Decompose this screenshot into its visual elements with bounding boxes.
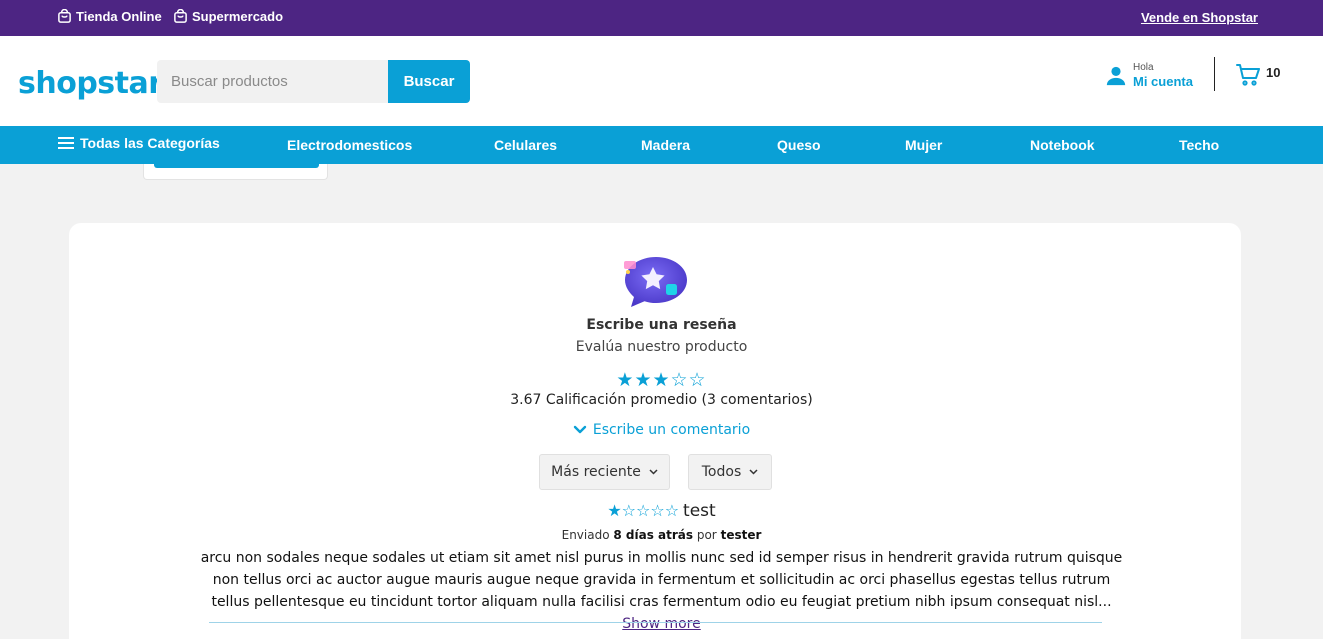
nav-item-madera[interactable]: Madera bbox=[641, 137, 690, 153]
review-header: ★☆☆☆☆ test bbox=[0, 501, 1323, 521]
review-title: test bbox=[683, 501, 716, 521]
partial-card bbox=[143, 164, 328, 180]
site-header: shopstar. Buscar Hola Mi cuenta 10 bbox=[0, 36, 1323, 126]
chevron-down-icon bbox=[649, 469, 658, 475]
show-more-link[interactable]: Show more bbox=[622, 616, 701, 632]
filter-dropdown[interactable]: Todos bbox=[688, 454, 772, 490]
average-rating-stars: ★★★☆☆ bbox=[616, 370, 707, 391]
search-input[interactable] bbox=[157, 60, 388, 103]
category-nav: Todas las Categorías Electrodomesticos C… bbox=[0, 126, 1323, 164]
cart-count: 10 bbox=[1266, 64, 1281, 80]
search-box: Buscar bbox=[157, 60, 470, 103]
nav-item-celulares[interactable]: Celulares bbox=[494, 137, 557, 153]
logo-text: shopstar bbox=[18, 66, 159, 101]
shopstar-logo[interactable]: shopstar. bbox=[18, 66, 170, 101]
cart-icon bbox=[1236, 64, 1260, 86]
review-stars: ★☆☆☆☆ bbox=[607, 501, 680, 520]
header-divider bbox=[1214, 57, 1215, 91]
sort-selected-value: Más reciente bbox=[551, 464, 641, 480]
average-rating-text: 3.67 Calificación promedio (3 comentario… bbox=[510, 392, 813, 408]
nav-item-electrodomesticos[interactable]: Electrodomesticos bbox=[287, 137, 412, 153]
review-meta: Enviado 8 días atrás por tester bbox=[0, 528, 1323, 542]
account-label: Mi cuenta bbox=[1133, 74, 1193, 89]
review-author: tester bbox=[720, 528, 762, 542]
review-divider bbox=[209, 622, 1102, 623]
cart-button[interactable]: 10 bbox=[1236, 63, 1280, 87]
all-categories-menu[interactable]: Todas las Categorías bbox=[58, 135, 220, 151]
top-bar: Tienda Online Supermercado Vende en Shop… bbox=[0, 0, 1323, 36]
all-categories-label: Todas las Categorías bbox=[80, 135, 220, 151]
hamburger-icon bbox=[58, 137, 74, 149]
review-sent-prefix: Enviado bbox=[561, 528, 610, 542]
sell-on-shopstar-link[interactable]: Vende en Shopstar bbox=[1141, 10, 1258, 25]
shopping-bag-icon bbox=[174, 9, 187, 23]
write-comment-label: Escribe un comentario bbox=[592, 422, 751, 438]
chevron-down-icon bbox=[573, 425, 587, 434]
review-by: por bbox=[696, 528, 717, 542]
tienda-online-label: Tienda Online bbox=[76, 9, 162, 24]
user-icon bbox=[1106, 66, 1126, 86]
account-greeting: Hola bbox=[1133, 62, 1154, 73]
search-button[interactable]: Buscar bbox=[388, 60, 470, 103]
tienda-online-link[interactable]: Tienda Online bbox=[57, 9, 162, 24]
filter-selected-value: Todos bbox=[701, 464, 742, 480]
shopping-bag-icon bbox=[58, 9, 71, 23]
account-link[interactable]: Hola Mi cuenta bbox=[1105, 62, 1193, 90]
nav-item-queso[interactable]: Queso bbox=[777, 137, 821, 153]
sort-dropdown[interactable]: Más reciente bbox=[539, 454, 670, 490]
chevron-down-icon bbox=[749, 469, 758, 475]
review-text: arcu non sodales neque sodales ut etiam … bbox=[200, 550, 1123, 610]
write-review-title: Escribe una reseña bbox=[586, 317, 737, 333]
supermercado-label: Supermercado bbox=[192, 9, 284, 24]
write-review-subtitle: Evalúa nuestro producto bbox=[575, 339, 748, 355]
review-star-bubble-icon bbox=[624, 257, 687, 307]
nav-item-mujer[interactable]: Mujer bbox=[905, 137, 942, 153]
nav-item-notebook[interactable]: Notebook bbox=[1030, 137, 1095, 153]
partial-button[interactable] bbox=[154, 164, 319, 168]
nav-item-techo[interactable]: Techo bbox=[1179, 137, 1219, 153]
supermercado-link[interactable]: Supermercado bbox=[173, 9, 283, 24]
write-comment-toggle[interactable]: Escribe un comentario bbox=[0, 422, 1323, 438]
review-time: 8 días atrás bbox=[613, 528, 694, 542]
